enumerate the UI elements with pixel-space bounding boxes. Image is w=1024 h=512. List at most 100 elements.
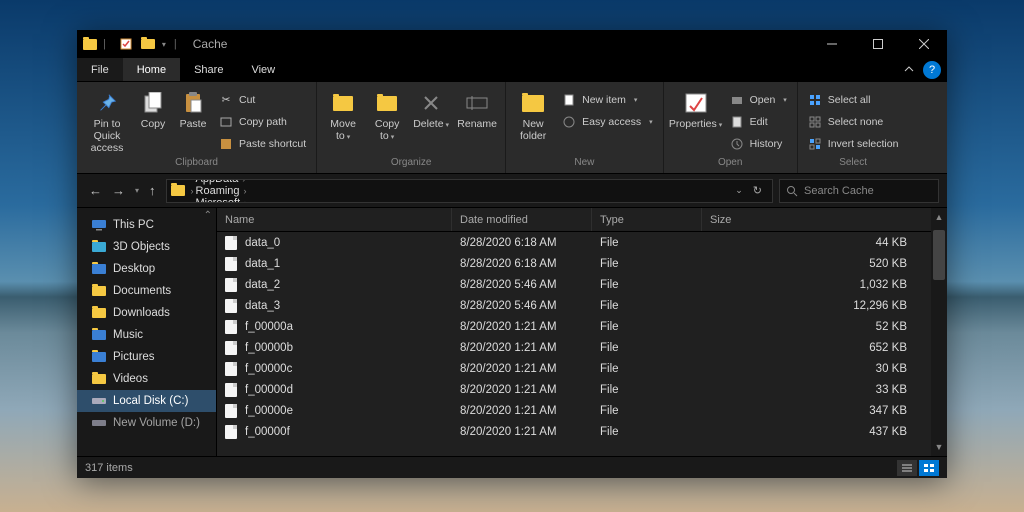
collapse-ribbon-button[interactable] (895, 58, 923, 81)
delete-icon (418, 90, 444, 116)
copy-icon (140, 90, 166, 116)
tree-item[interactable]: Music (77, 324, 216, 346)
easy-access-icon (562, 115, 576, 129)
tab-home[interactable]: Home (123, 58, 180, 81)
view-thumbs-button[interactable] (919, 460, 939, 476)
invert-selection-button[interactable]: Invert selection (804, 134, 903, 154)
open-button[interactable]: Open▾ (726, 90, 791, 110)
tree-item[interactable]: Pictures (77, 346, 216, 368)
qat-properties-icon[interactable] (116, 34, 136, 54)
file-icon (225, 278, 237, 292)
file-row[interactable]: data_38/28/2020 5:46 AMFile12,296 KB (217, 295, 947, 316)
tree-item[interactable]: Downloads (77, 302, 216, 324)
column-headers: Name Date modified Type Size (217, 208, 947, 232)
maximize-button[interactable] (855, 30, 901, 58)
address-bar[interactable]: › Users›fatiw›AppData›Roaming›Microsoft›… (166, 179, 773, 203)
group-open: Properties▾ Open▾ Edit History Open (664, 82, 798, 173)
file-icon (225, 362, 237, 376)
tab-view[interactable]: View (237, 58, 289, 81)
tree-item[interactable]: Desktop (77, 258, 216, 280)
history-button[interactable]: History (726, 134, 791, 154)
col-size[interactable]: Size (702, 208, 947, 231)
file-row[interactable]: f_00000d8/20/2020 1:21 AMFile33 KB (217, 379, 947, 400)
select-all-icon (808, 93, 822, 107)
file-icon (225, 341, 237, 355)
paste-button[interactable]: Paste (175, 88, 211, 130)
file-row[interactable]: data_18/28/2020 6:18 AMFile520 KB (217, 253, 947, 274)
tab-share[interactable]: Share (180, 58, 237, 81)
search-input[interactable]: Search Cache (779, 179, 939, 203)
nav-forward-button[interactable]: → (112, 183, 125, 198)
tree-item[interactable]: Videos (77, 368, 216, 390)
paste-shortcut-button[interactable]: Paste shortcut (215, 134, 310, 154)
col-name[interactable]: Name (217, 208, 452, 231)
chevron-down-icon[interactable]: ▼ (931, 440, 947, 454)
col-type[interactable]: Type (592, 208, 702, 231)
rename-button[interactable]: Rename (455, 88, 499, 130)
close-button[interactable] (901, 30, 947, 58)
move-to-button[interactable]: Move to▾ (323, 88, 363, 142)
folder-icon (83, 39, 97, 50)
window-title: Cache (193, 37, 228, 51)
qat-newfolder-icon[interactable] (138, 34, 158, 54)
folder-icon (171, 185, 185, 196)
folder-icon (91, 372, 107, 386)
tree-local-disk[interactable]: Local Disk (C:) (77, 390, 216, 412)
pin-quick-access-button[interactable]: Pin to Quick access (83, 88, 131, 154)
file-row[interactable]: f_00000b8/20/2020 1:21 AMFile652 KB (217, 337, 947, 358)
file-icon (225, 404, 237, 418)
tab-file[interactable]: File (77, 58, 123, 81)
chevron-up-icon[interactable]: ▲ (931, 210, 947, 224)
history-icon (730, 137, 744, 151)
col-date[interactable]: Date modified (452, 208, 592, 231)
disk-icon (91, 394, 107, 408)
tree-item[interactable]: 3D Objects (77, 236, 216, 258)
view-details-button[interactable] (897, 460, 917, 476)
file-row[interactable]: f_00000e8/20/2020 1:21 AMFile347 KB (217, 400, 947, 421)
nav-tree[interactable]: ⌃ This PC 3D ObjectsDesktopDocumentsDown… (77, 208, 217, 456)
tree-this-pc[interactable]: This PC (77, 214, 216, 236)
search-icon (786, 185, 798, 197)
nav-back-button[interactable]: ← (89, 183, 102, 198)
tree-new-volume[interactable]: New Volume (D:) (77, 412, 216, 434)
edit-button[interactable]: Edit (726, 112, 791, 132)
breadcrumb-segment[interactable]: Roaming› (196, 185, 252, 197)
easy-access-button[interactable]: Easy access▾ (558, 112, 656, 132)
help-button[interactable]: ? (923, 61, 941, 79)
folder-icon (91, 284, 107, 298)
nav-up-button[interactable]: ↑ (149, 183, 156, 198)
explorer-window: | ▾ | Cache File Home Share View ? (77, 30, 947, 478)
file-row[interactable]: f_00000c8/20/2020 1:21 AMFile30 KB (217, 358, 947, 379)
tree-item[interactable]: Documents (77, 280, 216, 302)
copy-button[interactable]: Copy (135, 88, 171, 130)
titlebar: | ▾ | Cache (77, 30, 947, 58)
select-none-button[interactable]: Select none (804, 112, 903, 132)
file-row[interactable]: f_00000f8/20/2020 1:21 AMFile437 KB (217, 421, 947, 442)
file-icon (225, 299, 237, 313)
refresh-button[interactable]: ↻ (753, 184, 762, 197)
chevron-up-icon[interactable]: ⌃ (204, 210, 212, 221)
breadcrumb-segment[interactable]: Microsoft› (196, 197, 252, 203)
properties-button[interactable]: Properties▾ (670, 88, 722, 130)
file-row[interactable]: f_00000a8/20/2020 1:21 AMFile52 KB (217, 316, 947, 337)
new-item-button[interactable]: New item▾ (558, 90, 656, 110)
group-new: New folder New item▾ Easy access▾ New (506, 82, 663, 173)
disk-icon (91, 416, 107, 430)
scrollbar-thumb[interactable] (933, 230, 945, 280)
copy-to-button[interactable]: Copy to▾ (367, 88, 407, 142)
select-all-button[interactable]: Select all (804, 90, 903, 110)
file-icon (225, 236, 237, 250)
copy-path-button[interactable]: Copy path (215, 112, 310, 132)
scrollbar[interactable]: ▲ ▼ (931, 208, 947, 456)
minimize-button[interactable] (809, 30, 855, 58)
file-row[interactable]: data_08/28/2020 6:18 AMFile44 KB (217, 232, 947, 253)
pc-icon (91, 218, 107, 232)
file-icon (225, 320, 237, 334)
delete-button[interactable]: Delete▾ (411, 88, 451, 130)
folder-icon (91, 328, 107, 342)
addr-dropdown-button[interactable]: ⌄ (735, 185, 743, 196)
shortcut-icon (219, 137, 233, 151)
file-row[interactable]: data_28/28/2020 5:46 AMFile1,032 KB (217, 274, 947, 295)
cut-button[interactable]: ✂Cut (215, 90, 310, 110)
new-folder-button[interactable]: New folder (512, 88, 554, 142)
